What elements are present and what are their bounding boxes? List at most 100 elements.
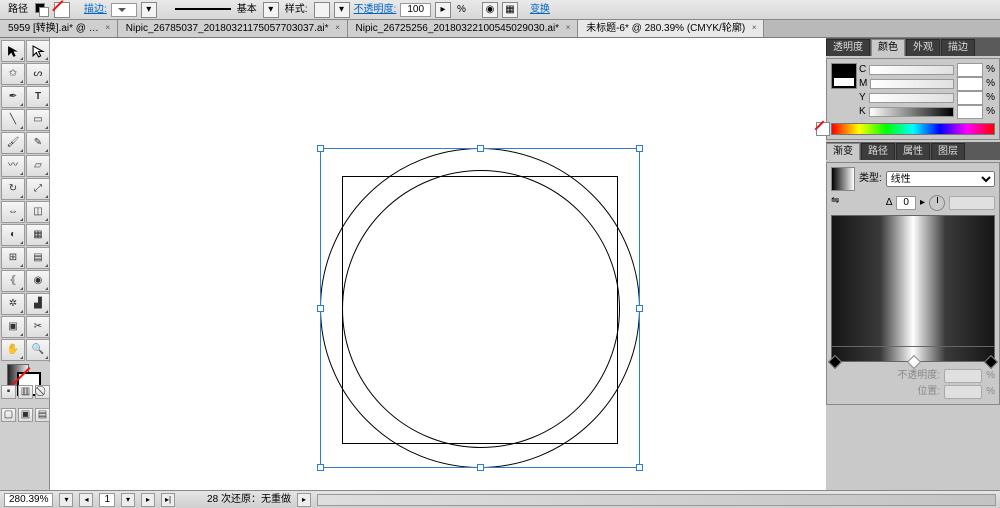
close-icon[interactable]: × (333, 23, 343, 33)
doc-tab[interactable]: 5959 [转换].ai* @ …× (0, 20, 118, 37)
scale-tool[interactable]: ⤢ (26, 178, 50, 200)
magic-wand-tool[interactable]: ✩ (1, 63, 25, 85)
rectangle-tool[interactable]: ▭ (26, 109, 50, 131)
c-value[interactable] (957, 63, 983, 77)
gradient-stop[interactable] (984, 355, 998, 369)
m-slider[interactable] (870, 79, 954, 89)
pencil-tool[interactable]: ✎ (26, 132, 50, 154)
eyedropper-tool[interactable]: ⦃ (1, 270, 25, 292)
gradient-stop[interactable] (907, 355, 921, 369)
gradient-preview[interactable] (831, 215, 995, 347)
page-next[interactable]: ▸ (141, 493, 155, 507)
no-fill-icon[interactable] (54, 2, 70, 18)
aspect-field[interactable] (949, 196, 995, 210)
mesh-tool[interactable]: ⊞ (1, 247, 25, 269)
artboard-tool[interactable]: ▣ (1, 316, 25, 338)
opacity-stepper[interactable]: ▸ (435, 2, 451, 18)
gradient-mode-btn[interactable]: ▥ (18, 385, 33, 399)
slice-tool[interactable]: ✂ (26, 316, 50, 338)
direct-selection-tool[interactable] (26, 40, 50, 62)
page-prev[interactable]: ◂ (79, 493, 93, 507)
perspective-tool[interactable]: ▦ (26, 224, 50, 246)
zoom-field[interactable]: 280.39% (4, 493, 53, 507)
color-mode-btn[interactable]: ▪ (1, 385, 16, 399)
style-swatch[interactable] (314, 2, 330, 18)
horizontal-scrollbar[interactable] (317, 494, 996, 506)
screen-normal[interactable]: ▢ (1, 408, 16, 422)
y-value[interactable] (957, 91, 983, 105)
screen-present[interactable]: ▤ (35, 408, 50, 422)
eraser-tool[interactable]: ▱ (26, 155, 50, 177)
type-tool[interactable]: T (26, 86, 50, 108)
blob-brush-tool[interactable]: 〰 (1, 155, 25, 177)
bounding-box[interactable] (320, 148, 640, 468)
handle-sw[interactable] (317, 464, 324, 471)
page-dropdown[interactable]: ▾ (121, 493, 135, 507)
tab-stroke[interactable]: 描边 (941, 39, 975, 56)
width-tool[interactable]: ⇔ (1, 201, 25, 223)
k-slider[interactable] (869, 107, 954, 117)
transform-link[interactable]: 变换 (530, 4, 550, 16)
stroke-link[interactable]: 描边: (84, 4, 107, 16)
handle-s[interactable] (477, 464, 484, 471)
line-tool[interactable]: ╲ (1, 109, 25, 131)
close-icon[interactable]: × (563, 23, 573, 33)
doc-tab[interactable]: Nipic_26785037_20180321175057703037.ai*× (118, 20, 348, 37)
color-proxy[interactable] (831, 63, 857, 89)
blend-tool[interactable]: ◉ (26, 270, 50, 292)
doc-tab-active[interactable]: 未标题-6* @ 280.39% (CMYK/轮廓)× (578, 20, 764, 37)
handle-w[interactable] (317, 305, 324, 312)
pen-tool[interactable]: ✒ (1, 86, 25, 108)
close-icon[interactable]: × (103, 23, 113, 33)
gradient-stop[interactable] (828, 355, 842, 369)
page-field[interactable]: 1 (99, 493, 115, 507)
gradient-ramp[interactable] (831, 347, 995, 362)
tab-appearance[interactable]: 外观 (906, 39, 940, 56)
close-icon[interactable]: × (749, 23, 759, 33)
style-dropdown[interactable]: ▾ (334, 2, 350, 18)
tab-gradient[interactable]: 渐变 (826, 143, 860, 160)
reverse-gradient-icon[interactable]: ⇋ (831, 195, 847, 211)
lasso-tool[interactable]: ᔕ (26, 63, 50, 85)
canvas[interactable] (50, 38, 826, 490)
brush-dropdown[interactable]: ▾ (263, 2, 279, 18)
free-transform-tool[interactable]: ◫ (26, 201, 50, 223)
m-value[interactable] (957, 77, 983, 91)
zoom-tool[interactable]: 🔍 (26, 339, 50, 361)
tab-transparency[interactable]: 透明度 (826, 39, 870, 56)
symbol-sprayer-tool[interactable]: ✲ (1, 293, 25, 315)
gradient-type-select[interactable]: 线性 (886, 171, 995, 187)
zoom-dropdown[interactable]: ▾ (59, 493, 73, 507)
fill-stroke-swatch[interactable] (35, 3, 49, 17)
tab-color[interactable]: 颜色 (871, 39, 905, 56)
stroke-stepper[interactable]: ▾ (141, 2, 157, 18)
opacity-link[interactable]: 不透明度: (354, 4, 397, 16)
shape-builder-tool[interactable]: ◐ (1, 224, 25, 246)
c-slider[interactable] (869, 65, 954, 75)
tab-attributes[interactable]: 属性 (896, 143, 930, 160)
handle-ne[interactable] (636, 145, 643, 152)
angle-stepper[interactable]: ▸ (920, 197, 925, 209)
y-slider[interactable] (869, 93, 954, 103)
artwork-selection[interactable] (320, 148, 640, 468)
rotate-tool[interactable]: ↻ (1, 178, 25, 200)
color-spectrum[interactable] (831, 123, 995, 135)
screen-full[interactable]: ▣ (18, 408, 33, 422)
recolor-icon[interactable]: ◉ (482, 2, 498, 18)
page-last[interactable]: ▸| (161, 493, 175, 507)
hand-tool[interactable]: ✋ (1, 339, 25, 361)
stroke-weight-field[interactable] (111, 3, 137, 17)
paintbrush-tool[interactable]: 🖌 (1, 132, 25, 154)
align-icon[interactable]: ▦ (502, 2, 518, 18)
opacity-field[interactable]: 100 (400, 3, 431, 17)
graph-tool[interactable]: ▟ (26, 293, 50, 315)
handle-se[interactable] (636, 464, 643, 471)
status-menu[interactable]: ▸ (297, 493, 311, 507)
handle-nw[interactable] (317, 145, 324, 152)
doc-tab[interactable]: Nipic_26725256_20180322100545029030.ai*× (348, 20, 579, 37)
gradient-swatch[interactable] (831, 167, 855, 191)
none-color-icon[interactable] (816, 122, 830, 136)
tab-pathfinder[interactable]: 路径 (861, 143, 895, 160)
angle-field[interactable]: 0 (896, 196, 916, 210)
k-value[interactable] (957, 105, 983, 119)
